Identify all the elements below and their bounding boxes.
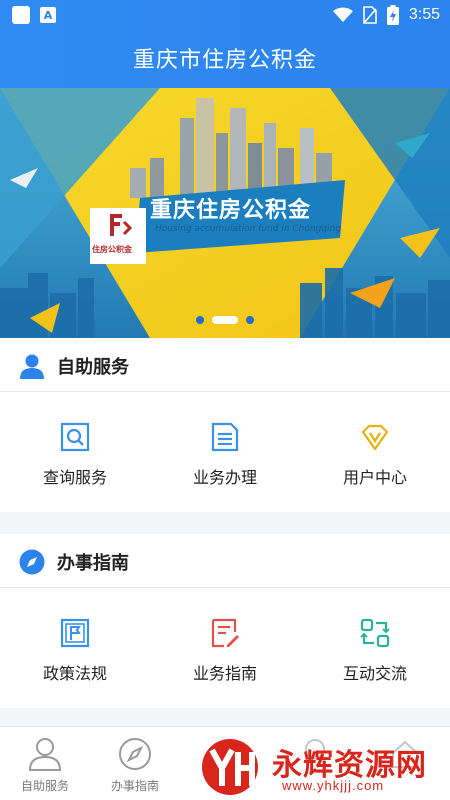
wifi-icon xyxy=(332,7,353,22)
policy-regulation-button[interactable]: 政策法规 xyxy=(0,588,150,708)
business-handling-button[interactable]: 业务办理 xyxy=(150,392,300,512)
tab-label: 办事指南 xyxy=(110,779,159,793)
search-doc-icon xyxy=(60,422,90,452)
carousel-dot[interactable] xyxy=(196,316,204,324)
status-bar: A 3:55 xyxy=(0,0,450,32)
section-title: 自助服务 xyxy=(57,357,129,378)
item-label: 业务指南 xyxy=(192,664,257,683)
app-screen: A 3:55 重庆市住房公积金 住房公积金 重庆住房公积金 Housing ac… xyxy=(0,0,450,800)
edit-doc-icon xyxy=(211,618,239,648)
tab-label: 自助服务 xyxy=(20,779,69,793)
flag-doc-icon xyxy=(60,618,90,648)
carousel-dot-active[interactable] xyxy=(212,316,238,324)
item-label: 查询服务 xyxy=(42,468,107,487)
tab-guide[interactable]: 办事指南 xyxy=(90,727,180,800)
vip-diamond-icon xyxy=(361,424,389,451)
tab-self-service[interactable]: 自助服务 xyxy=(0,727,90,800)
compass-outline-icon xyxy=(119,738,151,770)
page-title: 重庆市住房公积金 xyxy=(132,48,317,73)
user-icon xyxy=(20,354,44,379)
section-header: 自助服务 xyxy=(0,338,450,392)
exchange-icon xyxy=(360,618,390,648)
user-outline-icon xyxy=(28,738,62,771)
watermark-logo xyxy=(202,739,258,795)
query-service-button[interactable]: 查询服务 xyxy=(0,392,150,512)
guide-section: 办事指南 政策法规 业务指南 互动交流 xyxy=(0,534,450,708)
clock: 3:55 xyxy=(408,6,440,23)
housing-fund-logo xyxy=(90,208,146,264)
section-title: 办事指南 xyxy=(57,553,129,574)
watermark-url: www.yhkjjj.com xyxy=(282,778,385,793)
no-sim-icon xyxy=(363,6,377,24)
banner-carousel[interactable]: 住房公积金 重庆住房公积金 Housing accumulation fund … xyxy=(0,88,450,338)
item-label: 用户中心 xyxy=(342,468,407,487)
notification-square-icon xyxy=(12,6,30,24)
list-doc-icon xyxy=(211,422,239,452)
item-label: 政策法规 xyxy=(42,664,107,683)
carousel-indicator xyxy=(0,316,450,324)
item-label: 业务办理 xyxy=(192,468,257,487)
battery-charging-icon xyxy=(386,5,399,25)
self-service-section: 自助服务 查询服务 业务办理 用户中心 xyxy=(0,338,450,512)
business-guide-button[interactable]: 业务指南 xyxy=(150,588,300,708)
banner-subtitle: Housing accumulation fund in Chongqing xyxy=(155,224,341,234)
banner-title: 重庆住房公积金 xyxy=(150,198,312,223)
logo-text: 住房公积金 xyxy=(92,245,132,254)
watermark: 永辉资源网 www.yhkjjj.com xyxy=(198,734,450,800)
interactive-exchange-button[interactable]: 互动交流 xyxy=(300,588,450,708)
header-bar: A 3:55 重庆市住房公积金 xyxy=(0,0,450,88)
section-header: 办事指南 xyxy=(0,534,450,588)
item-label: 互动交流 xyxy=(342,664,407,683)
carousel-dot[interactable] xyxy=(246,316,254,324)
user-center-button[interactable]: 用户中心 xyxy=(300,392,450,512)
a-notification-icon: A xyxy=(40,7,56,23)
compass-icon xyxy=(19,549,45,575)
